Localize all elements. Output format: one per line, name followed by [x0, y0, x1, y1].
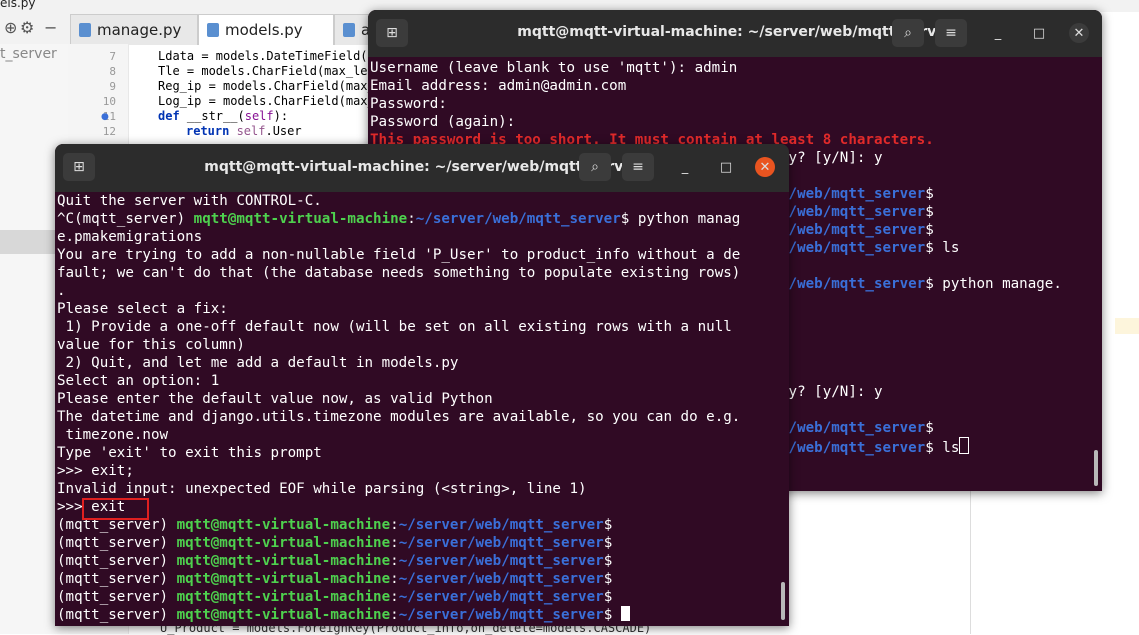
terminal-line: Select an option: 1	[57, 373, 220, 389]
close-icon[interactable]: ✕	[1069, 23, 1089, 43]
code-line: Log_ip = models.CharField(max_	[158, 94, 375, 108]
scrollbar[interactable]	[781, 582, 785, 620]
terminal-line: Please enter the default value now, as v…	[57, 391, 493, 407]
front-terminal-window[interactable]: ⊞ mqtt@mqtt-virtual-machine: ~/server/we…	[55, 144, 789, 626]
maximize-icon[interactable]: □	[1029, 23, 1049, 43]
terminal-line: fault; we can't do that (the database ne…	[57, 265, 741, 281]
scrollbar[interactable]	[1094, 450, 1098, 486]
terminal-line: e.pmakemigrations	[57, 229, 203, 245]
terminal-line: Email address: admin@admin.com	[370, 78, 627, 94]
minimize-icon[interactable]: _	[988, 23, 1008, 43]
terminal-line: You are trying to add a non-nullable fie…	[57, 247, 741, 263]
terminal-line: .	[57, 283, 66, 299]
project-tree-item[interactable]: t_server	[0, 46, 57, 62]
terminal-line: Quit the server with CONTROL-C.	[57, 193, 322, 209]
code-line: Tle = models.CharField(max_len	[158, 64, 375, 78]
terminal-line: 1) Provide a one-off default now (will b…	[57, 319, 732, 335]
terminal-line: value for this column)	[57, 337, 245, 353]
python-file-icon	[79, 23, 91, 37]
ide-title-text: els.py	[0, 0, 36, 10]
tab-label: manage.py	[97, 21, 182, 39]
hamburger-menu-icon[interactable]: ≡	[622, 153, 654, 181]
terminal-line: Please select a fix:	[57, 301, 228, 317]
terminal-header: ⊞ mqtt@mqtt-virtual-machine: ~/server/we…	[55, 144, 789, 192]
terminal-line: (mqtt_server) mqtt@mqtt-virtual-machine:…	[57, 571, 613, 587]
terminal-line: ^C(mqtt_server) mqtt@mqtt-virtual-machin…	[57, 211, 741, 227]
code-line: Ldata = models.DateTimeField()	[158, 49, 375, 63]
gear-icon[interactable]: ⚙	[20, 18, 34, 37]
terminal-line: Type 'exit' to exit this prompt	[57, 445, 322, 461]
terminal-line: 2) Quit, and let me add a default in mod…	[57, 355, 459, 371]
line-number: 8	[109, 65, 116, 78]
maximize-icon[interactable]: □	[716, 157, 736, 177]
terminal-line: (mqtt_server) mqtt@mqtt-virtual-machine:…	[57, 553, 613, 569]
hamburger-menu-icon[interactable]: ≡	[935, 19, 967, 47]
search-icon[interactable]: ⌕	[892, 19, 924, 47]
code-line: return self.User	[186, 124, 302, 138]
terminal-line: (mqtt_server) mqtt@mqtt-virtual-machine:…	[57, 589, 613, 605]
terminal-output[interactable]: Quit the server with CONTROL-C. ^C(mqtt_s…	[55, 192, 789, 626]
annotation-box	[82, 498, 149, 520]
terminal-line: Username (leave blank to use 'mqtt'): ad…	[370, 60, 738, 76]
line-number: 7	[109, 50, 116, 63]
globe-icon[interactable]: ⊕	[4, 18, 17, 37]
tab-label: models.py	[225, 21, 303, 39]
line-number: 11	[102, 110, 116, 123]
terminal-line: (mqtt_server) mqtt@mqtt-virtual-machine:…	[57, 606, 630, 624]
close-icon[interactable]: ✕	[755, 157, 775, 177]
terminal-header: ⊞ mqtt@mqtt-virtual-machine: ~/server/we…	[368, 10, 1102, 57]
python-file-icon	[343, 23, 355, 37]
terminal-line: Password:	[370, 96, 447, 112]
terminal-line: (mqtt_server) mqtt@mqtt-virtual-machine:…	[57, 535, 613, 551]
python-file-icon	[207, 23, 219, 37]
tab-manage-py[interactable]: manage.py	[70, 14, 198, 45]
terminal-line: Password (again):	[370, 114, 516, 130]
tab-models-py[interactable]: models.py	[198, 14, 334, 45]
line-number: 12	[102, 125, 116, 138]
collapse-icon[interactable]: −	[44, 18, 57, 37]
highlight-marker	[1115, 318, 1139, 334]
terminal-line: >>> exit;	[57, 463, 134, 479]
code-line: Reg_ip = models.CharField(max_	[158, 79, 375, 93]
code-line: def __str__(self):	[158, 109, 289, 123]
text-cursor	[959, 437, 970, 454]
terminal-line: The datetime and django.utils.timezone m…	[57, 409, 741, 425]
line-number: 10	[102, 95, 116, 108]
text-cursor	[620, 606, 630, 621]
terminal-line: timezone.now	[57, 427, 169, 443]
search-icon[interactable]: ⌕	[579, 153, 611, 181]
minimize-icon[interactable]: _	[675, 157, 695, 177]
line-number: 9	[109, 80, 116, 93]
terminal-line: Invalid input: unexpected EOF while pars…	[57, 481, 587, 497]
override-marker-icon: ●	[101, 112, 109, 122]
